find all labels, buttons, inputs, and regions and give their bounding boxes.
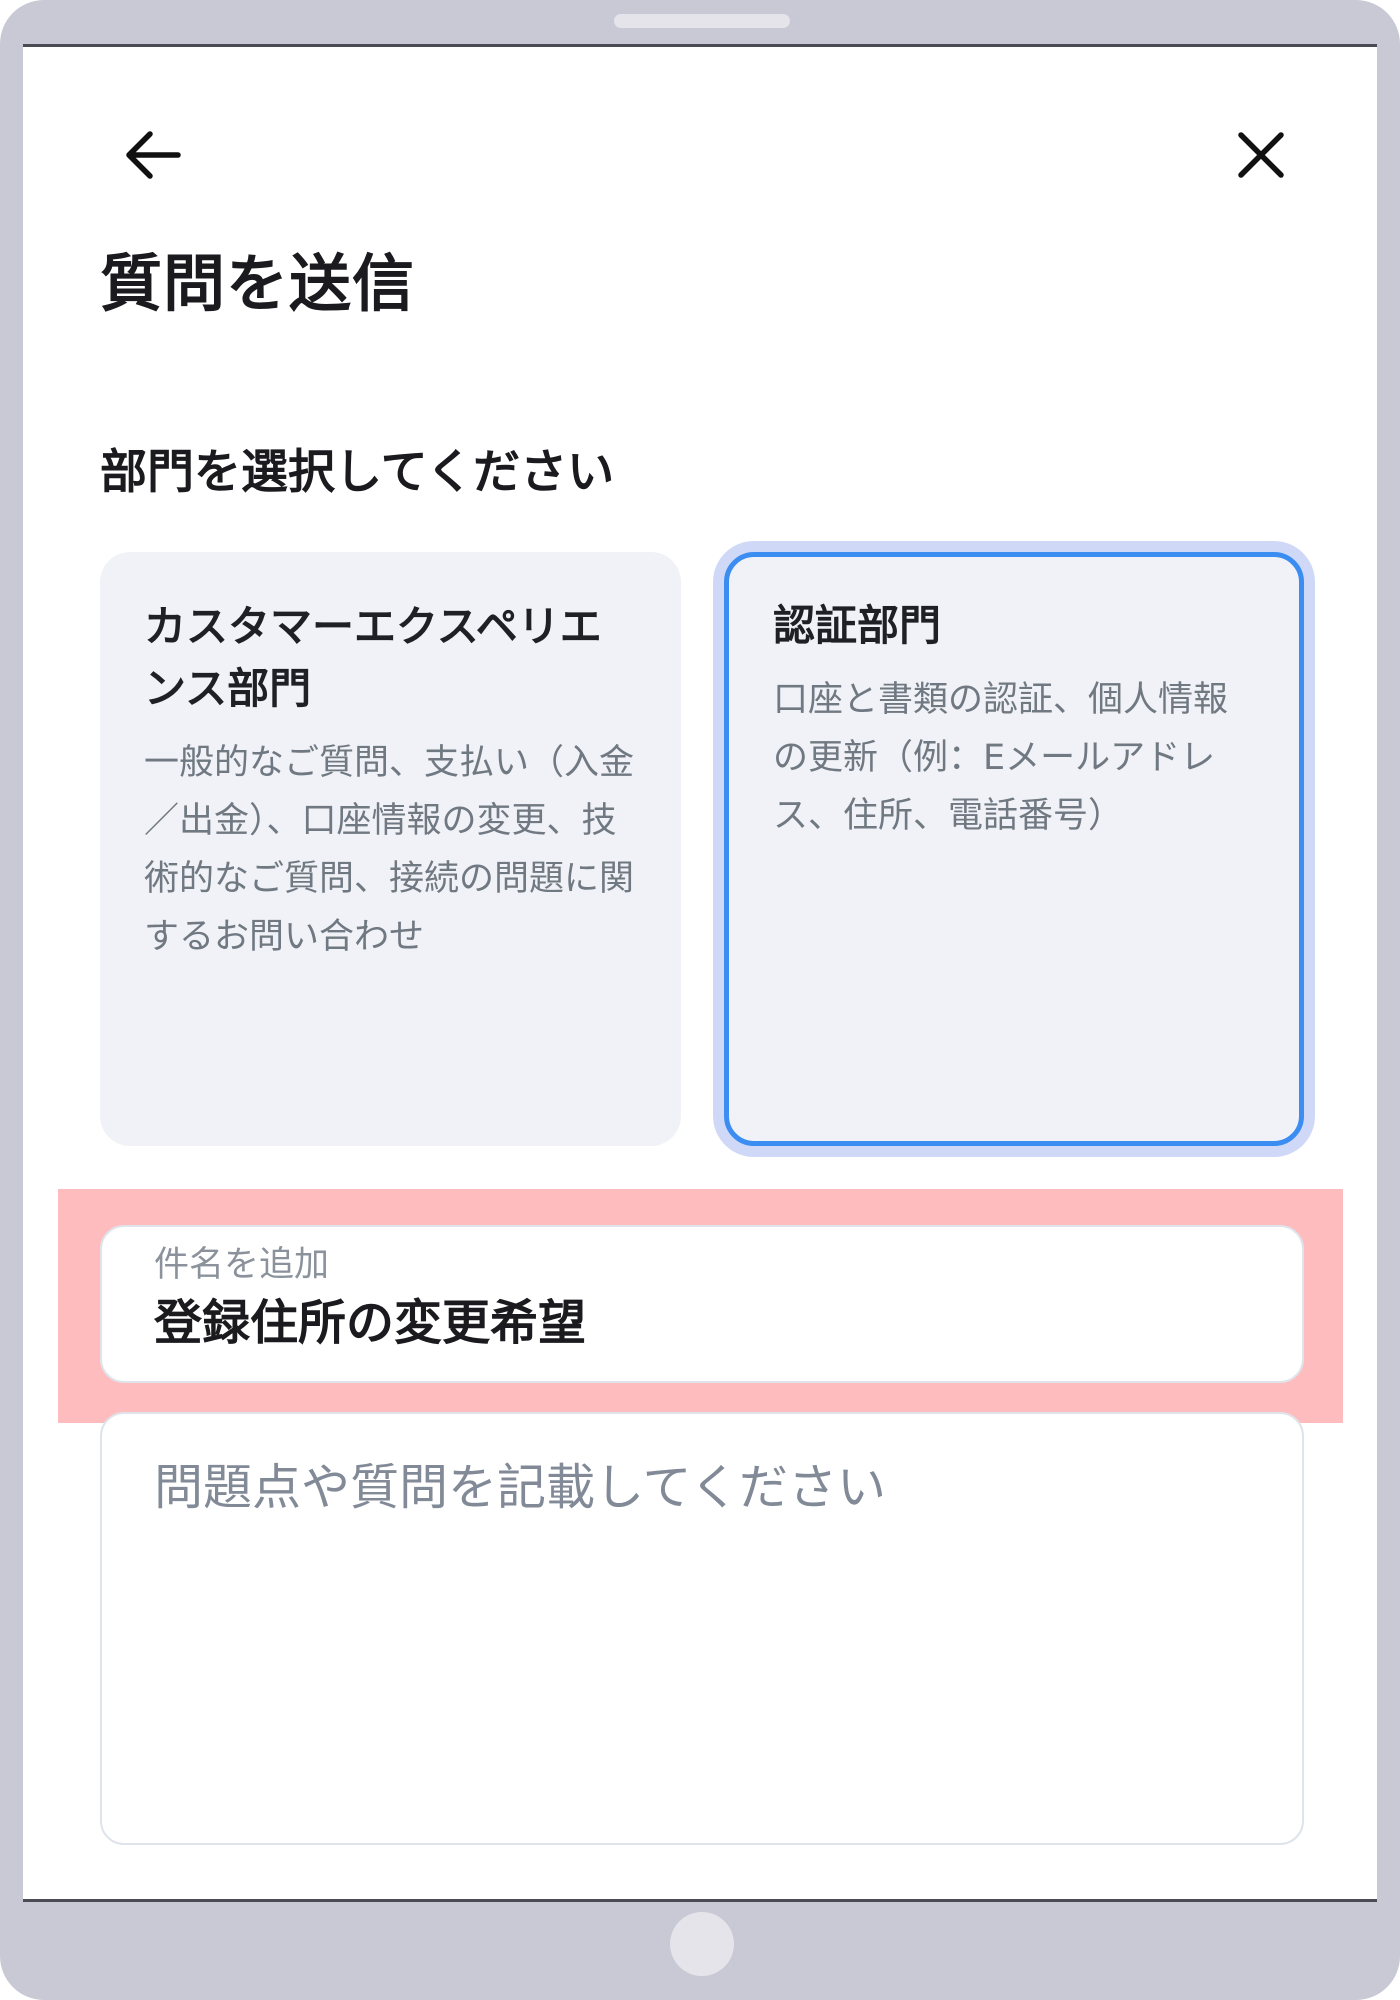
department-prompt: 部門を選択してください <box>100 445 615 500</box>
back-button[interactable] <box>105 107 201 203</box>
department-option-description: 口座と書類の認証、個人情報の更新（例：Eメールアドレス、住所、電話番号） <box>773 680 1229 836</box>
department-option-customer-experience[interactable]: カスタマーエクスペリエンス部門 一般的なご質問、支払い（入金／出金）、口座情報の… <box>100 552 681 1146</box>
department-option-description: 一般的なご質問、支払い（入金／出金）、口座情報の変更、技術的なご質問、接続の問題… <box>144 743 635 957</box>
close-icon <box>1238 132 1284 178</box>
message-placeholder: 問題点や質問を記載してください <box>154 1459 887 1516</box>
app-screen: 質問を送信 部門を選択してください カスタマーエクスペリエンス部門 一般的なご質… <box>23 44 1377 1902</box>
device-speaker <box>614 14 790 28</box>
department-option-verification[interactable]: 認証部門 口座と書類の認証、個人情報の更新（例：Eメールアドレス、住所、電話番号… <box>724 552 1304 1146</box>
subject-value: 登録住所の変更希望 <box>154 1295 587 1351</box>
message-textarea[interactable]: 問題点や質問を記載してください <box>100 1412 1304 1845</box>
subject-label: 件名を追加 <box>154 1245 330 1285</box>
subject-input[interactable]: 件名を追加 登録住所の変更希望 <box>100 1225 1304 1383</box>
department-option-title: 認証部門 <box>773 601 942 650</box>
arrow-left-icon <box>126 131 181 179</box>
device-home-button[interactable] <box>670 1912 734 1976</box>
close-button[interactable] <box>1213 107 1309 203</box>
page-title: 質問を送信 <box>100 247 416 320</box>
tablet-frame: 質問を送信 部門を選択してください カスタマーエクスペリエンス部門 一般的なご質… <box>0 0 1400 2000</box>
department-option-title: カスタマーエクスペリエンス部門 <box>144 602 602 713</box>
